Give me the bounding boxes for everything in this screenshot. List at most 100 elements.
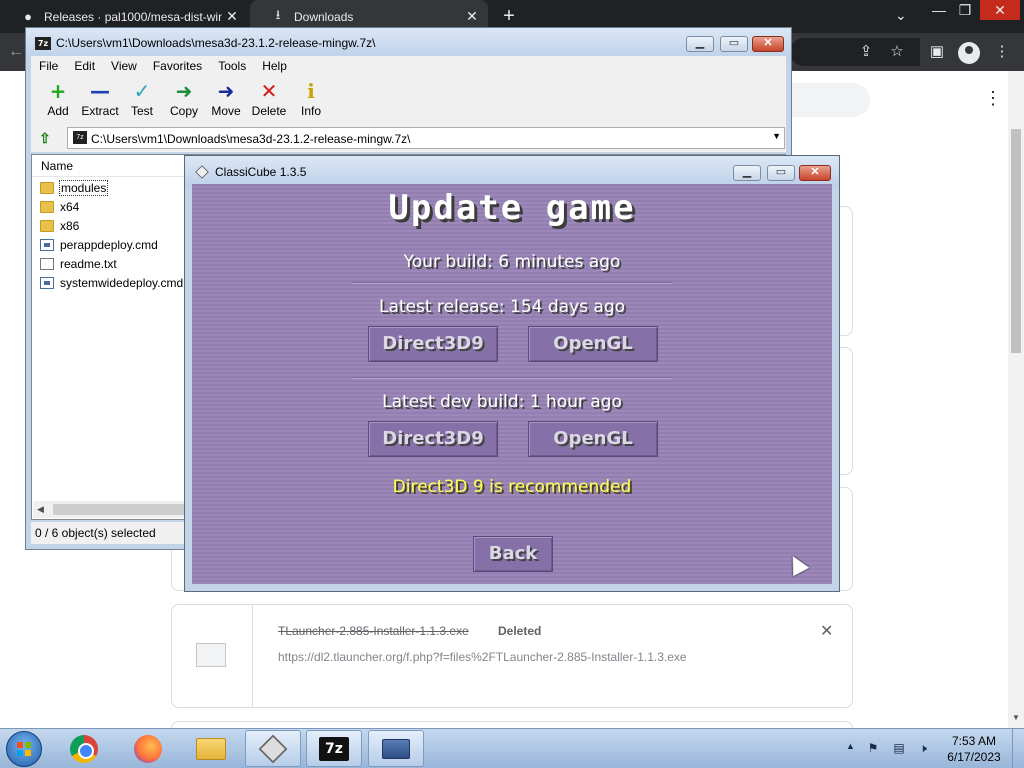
- horizontal-scrollbar[interactable]: ◀: [33, 501, 193, 518]
- back-button[interactable]: Back: [473, 536, 553, 572]
- copy-arrow-icon: ➜: [175, 79, 193, 103]
- 7zip-titlebar[interactable]: 7z C:\Users\vm1\Downloads\mesa3d-23.1.2-…: [26, 28, 791, 58]
- chrome-restore-button[interactable]: ❐: [950, 0, 980, 20]
- selection-status: 0 / 6 object(s) selected: [35, 526, 156, 540]
- list-item[interactable]: perappdeploy.cmd: [40, 236, 158, 254]
- scroll-down-icon[interactable]: ▼: [1012, 713, 1020, 722]
- move-button[interactable]: ➜ Move: [204, 80, 248, 122]
- file-name: perappdeploy.cmd: [60, 238, 158, 252]
- extract-label: Extract: [81, 104, 119, 118]
- 7zip-address-bar: ⇧ 7z C:\Users\vm1\Downloads\mesa3d-23.1.…: [31, 124, 786, 152]
- folder-icon: [40, 201, 54, 213]
- taskbar-classicube[interactable]: [245, 730, 301, 767]
- menu-help[interactable]: Help: [254, 59, 295, 73]
- download-file-name: TLauncher-2.885-Installer-1.1.3.exe: [278, 624, 469, 638]
- tab-label: Downloads: [294, 9, 354, 24]
- taskbar-keyboard[interactable]: [368, 730, 424, 767]
- info-button[interactable]: i Info: [289, 80, 333, 122]
- separator: [352, 282, 672, 284]
- folder-icon: [40, 182, 54, 194]
- classicube-maximize-button[interactable]: ▭: [767, 165, 795, 181]
- hscroll-thumb[interactable]: [53, 504, 188, 515]
- bookmark-star-icon[interactable]: ☆: [887, 42, 907, 62]
- dev-opengl-button[interactable]: OpenGL: [528, 421, 658, 457]
- add-button[interactable]: + Add: [36, 80, 80, 122]
- network-icon[interactable]: ▤: [892, 741, 906, 755]
- classicube-window: ClassiCube 1.3.5 ▁ ▭ ✕ Update game Your …: [184, 155, 840, 592]
- dev-direct3d9-button[interactable]: Direct3D9: [368, 421, 498, 457]
- address-dropdown-icon[interactable]: ▼: [772, 131, 781, 141]
- column-name-label: Name: [41, 159, 74, 173]
- classicube-minimize-button[interactable]: ▁: [733, 165, 761, 181]
- windows-taskbar: 7z ▲ ⚑ ▤ 🕨 7:53 AM 6/17/2023: [0, 728, 1024, 768]
- tab-search-chevron-icon[interactable]: ⌄: [895, 7, 907, 24]
- list-item[interactable]: modules: [40, 179, 109, 197]
- keyboard-icon: [382, 738, 410, 759]
- 7zip-title: C:\Users\vm1\Downloads\mesa3d-23.1.2-rel…: [56, 36, 376, 50]
- archive-icon: 7z: [73, 131, 87, 144]
- address-field[interactable]: 7z C:\Users\vm1\Downloads\mesa3d-23.1.2-…: [67, 127, 785, 149]
- remove-download-icon[interactable]: ✕: [820, 621, 833, 641]
- clock-time: 7:53 AM: [951, 734, 997, 748]
- 7zip-minimize-button[interactable]: ▁: [686, 36, 714, 52]
- classicube-titlebar[interactable]: ClassiCube 1.3.5 ▁ ▭ ✕: [185, 156, 839, 186]
- flag-icon[interactable]: ⚑: [866, 741, 880, 755]
- plus-icon: +: [49, 79, 67, 103]
- file-name: x64: [60, 200, 80, 214]
- taskbar-7zip[interactable]: 7z: [306, 730, 362, 767]
- system-clock[interactable]: 7:53 AM 6/17/2023: [940, 733, 1008, 765]
- delete-button[interactable]: ✕ Delete: [247, 80, 291, 122]
- delete-label: Delete: [251, 104, 287, 118]
- volume-muted-icon[interactable]: 🕨: [916, 741, 930, 755]
- tray-expand-icon[interactable]: ▲: [846, 741, 855, 751]
- menu-tools[interactable]: Tools: [210, 59, 254, 73]
- taskbar-explorer[interactable]: [183, 730, 239, 767]
- taskbar-firefox[interactable]: [120, 730, 176, 767]
- menu-favorites[interactable]: Favorites: [145, 59, 210, 73]
- up-folder-icon[interactable]: ⇧: [39, 130, 55, 146]
- 7zip-maximize-button[interactable]: ▭: [720, 36, 748, 52]
- show-desktop-button[interactable]: [1012, 729, 1024, 768]
- profile-avatar[interactable]: [958, 42, 980, 64]
- file-name: modules: [58, 180, 109, 196]
- scrollbar-thumb[interactable]: [1011, 129, 1021, 353]
- download-url[interactable]: https://dl2.tlauncher.org/f.php?f=files%…: [278, 650, 687, 664]
- classicube-close-button[interactable]: ✕: [799, 165, 831, 181]
- extract-button[interactable]: — Extract: [78, 80, 122, 122]
- release-opengl-button[interactable]: OpenGL: [528, 326, 658, 362]
- copy-button[interactable]: ➜ Copy: [162, 80, 206, 122]
- list-item[interactable]: readme.txt: [40, 255, 117, 273]
- list-item[interactable]: systemwidedeploy.cmd: [40, 274, 183, 292]
- explorer-icon: [196, 737, 226, 760]
- menu-view[interactable]: View: [103, 59, 145, 73]
- side-panel-icon[interactable]: ▣: [927, 42, 947, 62]
- list-item[interactable]: x86: [40, 217, 79, 235]
- release-direct3d9-button[interactable]: Direct3D9: [368, 326, 498, 362]
- address-path: C:\Users\vm1\Downloads\mesa3d-23.1.2-rel…: [91, 132, 411, 146]
- share-icon[interactable]: ⇪: [856, 42, 876, 62]
- chrome-menu-icon[interactable]: ⋮: [992, 42, 1012, 62]
- scroll-left-icon[interactable]: ◀: [37, 504, 44, 515]
- start-button[interactable]: [6, 731, 42, 767]
- page-scrollbar[interactable]: ▲ ▼: [1008, 71, 1024, 728]
- new-tab-button[interactable]: +: [498, 5, 520, 27]
- list-item[interactable]: x64: [40, 198, 79, 216]
- classicube-title: ClassiCube 1.3.5: [215, 165, 307, 179]
- test-button[interactable]: ✓ Test: [120, 80, 164, 122]
- back-arrow-icon[interactable]: ←: [8, 43, 24, 61]
- classicube-icon: [258, 734, 288, 763]
- 7zip-toolbar: + Add — Extract ✓ Test ➜ Copy ➜ Move ✕ D…: [31, 76, 786, 124]
- file-name: systemwidedeploy.cmd: [60, 276, 184, 290]
- tab-close-icon[interactable]: ✕: [222, 8, 242, 25]
- file-name: x86: [60, 219, 80, 233]
- latest-dev-build-text: Latest dev build: 1 hour ago: [382, 392, 622, 412]
- info-icon: i: [307, 79, 315, 103]
- 7zip-close-button[interactable]: ✕: [752, 36, 784, 52]
- taskbar-chrome[interactable]: [56, 730, 112, 767]
- menu-edit[interactable]: Edit: [66, 59, 103, 73]
- chrome-close-button[interactable]: ✕: [980, 0, 1020, 20]
- menu-file[interactable]: File: [31, 59, 66, 73]
- downloads-more-icon[interactable]: ⋮: [984, 89, 1002, 107]
- tab-close-icon[interactable]: ✕: [462, 8, 482, 25]
- update-game-heading: Update game: [388, 188, 636, 228]
